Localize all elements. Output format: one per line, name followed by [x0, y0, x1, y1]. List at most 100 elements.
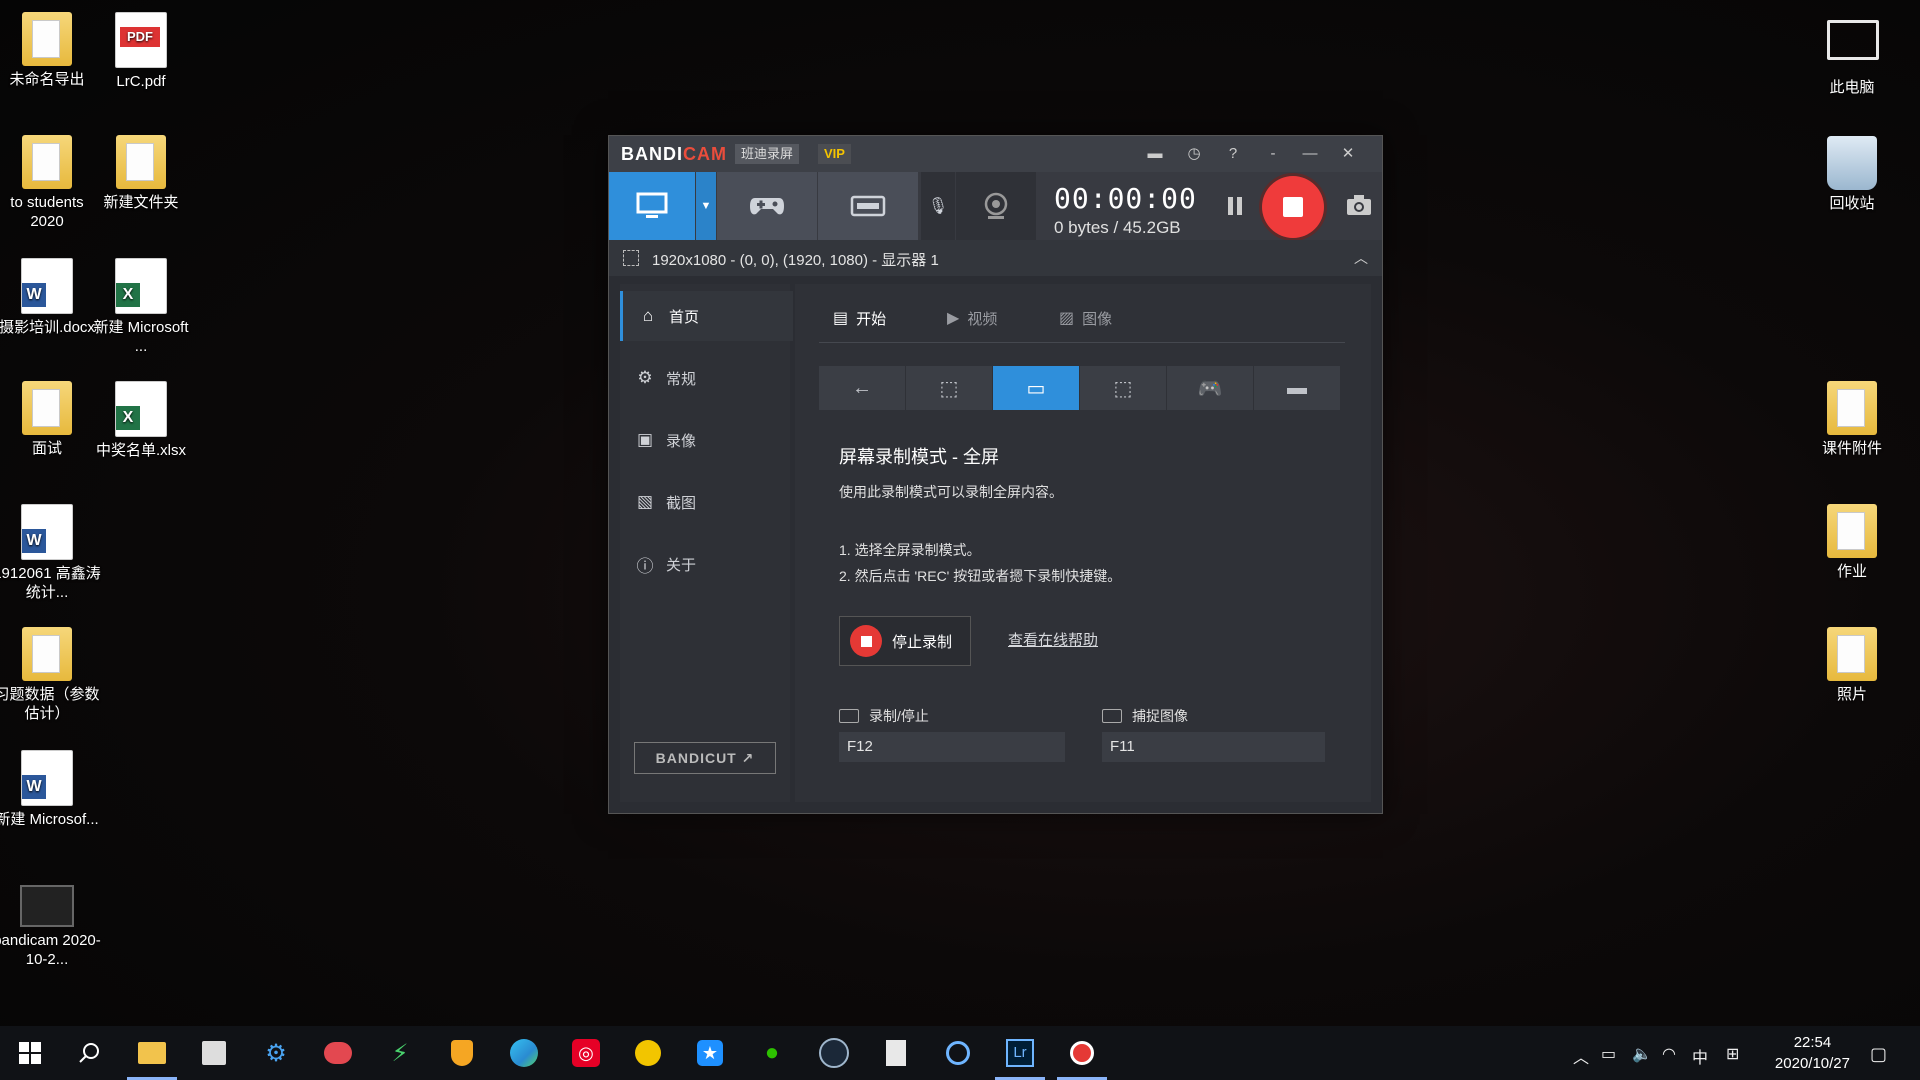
- hotkey-capture-field[interactable]: F11: [1102, 732, 1325, 762]
- instruction-step-1: 1. 选择全屏录制模式。: [839, 542, 981, 558]
- mini-mode-icon[interactable]: ‐: [1261, 142, 1285, 166]
- minimize-icon[interactable]: —: [1298, 142, 1322, 166]
- taskbar-app-green[interactable]: ⚡: [381, 1034, 419, 1072]
- taskbar-security-app[interactable]: [443, 1034, 481, 1072]
- stop-recording-button[interactable]: 停止录制: [839, 616, 971, 666]
- sidebar-item-about[interactable]: ⓘ 关于: [620, 539, 790, 589]
- online-help-link[interactable]: 查看在线帮助: [1008, 629, 1098, 650]
- hotkey-record-field[interactable]: F12: [839, 732, 1065, 762]
- taskbar-creative-cloud[interactable]: [319, 1034, 357, 1072]
- hotkey-capture-label: 捕捉图像: [1102, 706, 1188, 726]
- desktop-icon-video[interactable]: bandicam 2020-10-2...: [0, 885, 102, 969]
- taskbar-edge[interactable]: [505, 1034, 543, 1072]
- taskbar-app-yellow[interactable]: [629, 1034, 667, 1072]
- desktop-icon-label: 新建 Microsoft ...: [93, 319, 189, 355]
- bandicut-button[interactable]: BANDICUT ↗: [634, 742, 776, 774]
- pause-button[interactable]: [1224, 195, 1246, 217]
- taskbar-settings-app[interactable]: ⚙: [257, 1034, 295, 1072]
- folder-icon[interactable]: ▬: [1143, 142, 1167, 166]
- search-button[interactable]: [71, 1034, 109, 1072]
- sidebar-item-video[interactable]: ▣ 录像: [620, 415, 790, 465]
- wifi-icon[interactable]: ◠: [1662, 1044, 1676, 1064]
- desktop-icon-folder[interactable]: 课件附件: [1797, 381, 1907, 458]
- record-stop-button[interactable]: [1262, 176, 1324, 238]
- product-name-tag: 班迪录屏: [735, 144, 800, 164]
- taskbar-epic-games[interactable]: [877, 1034, 915, 1072]
- rectangle-mode-button[interactable]: ⬚: [906, 366, 992, 410]
- desktop-icon-folder[interactable]: 作业: [1797, 504, 1907, 581]
- ime-mode-icon[interactable]: ⊞: [1726, 1044, 1739, 1064]
- taskbar-netease-music[interactable]: ◎: [567, 1034, 605, 1072]
- tab-video[interactable]: ▶ 视频: [947, 304, 997, 332]
- audio-source-button[interactable]: 🎙: [921, 172, 955, 240]
- clock-icon[interactable]: ◷: [1182, 142, 1206, 166]
- desktop-icon-word[interactable]: 1912061 高鑫涛 统计...: [0, 504, 102, 602]
- capture-area-bar: 1920x1080 - (0, 0), (1920, 1080) - 显示器 1…: [609, 240, 1382, 276]
- screen-mode-button[interactable]: [609, 172, 695, 240]
- battery-icon[interactable]: ▭: [1601, 1044, 1616, 1064]
- folder-icon: [22, 627, 72, 681]
- tab-image[interactable]: ▨ 图像: [1059, 304, 1112, 332]
- taskbar-app-ring[interactable]: [939, 1034, 977, 1072]
- start-button[interactable]: [11, 1034, 49, 1072]
- desktop-icon-pdf[interactable]: LrC.pdf: [86, 12, 196, 91]
- music-app-icon: ◎: [572, 1039, 600, 1067]
- desktop-icon-folder[interactable]: 照片: [1797, 627, 1907, 704]
- taskbar-steam[interactable]: [815, 1034, 853, 1072]
- creative-cloud-icon: [324, 1042, 352, 1064]
- tab-label: 开始: [856, 310, 887, 328]
- desktop-icon-this-pc[interactable]: 此电脑: [1797, 14, 1907, 97]
- sidebar-item-screenshot[interactable]: ▧ 截图: [620, 477, 790, 527]
- volume-icon[interactable]: 🔈: [1632, 1044, 1652, 1064]
- hdmi-icon: ▬: [1287, 376, 1307, 399]
- leaf-app-icon: [635, 1040, 661, 1066]
- close-icon[interactable]: ✕: [1336, 142, 1360, 166]
- mode-description: 使用此录制模式可以录制全屏内容。: [839, 484, 1063, 500]
- back-button[interactable]: ←: [819, 366, 905, 410]
- taskbar-app-blue-star[interactable]: ★: [691, 1034, 729, 1072]
- gamepad-icon: 🎮: [1197, 377, 1223, 400]
- bandicam-logo: BANDICAM: [621, 144, 727, 164]
- collapse-chevron-icon[interactable]: ︿: [1354, 248, 1368, 268]
- taskbar-store[interactable]: [195, 1034, 233, 1072]
- desktop-icon-recycle-bin[interactable]: 回收站: [1797, 136, 1907, 213]
- image-icon: ▨: [1059, 310, 1075, 327]
- desktop-icon-folder[interactable]: 习题数据（参数估计）: [0, 627, 102, 723]
- taskbar-bandicam[interactable]: [1057, 1034, 1107, 1080]
- ime-indicator[interactable]: 中: [1692, 1044, 1708, 1068]
- notification-center-icon[interactable]: ▢: [1870, 1044, 1887, 1065]
- screen-mode-dropdown[interactable]: ▼: [696, 172, 716, 240]
- clock-time: 22:54: [1793, 1034, 1832, 1051]
- game-mode-button[interactable]: [717, 172, 817, 240]
- screenshot-button[interactable]: [1346, 194, 1372, 218]
- recording-size: 0 bytes / 45.2GB: [1054, 218, 1181, 237]
- desktop-icon-label: 新建文件夹: [103, 194, 179, 211]
- title-bar[interactable]: BANDICAM 班迪录屏 VIP ▬ ◷ ? ‐ — ✕: [609, 136, 1382, 172]
- help-icon[interactable]: ?: [1221, 142, 1245, 166]
- desktop-icon-excel[interactable]: 中奖名单.xlsx: [86, 381, 196, 460]
- desktop-icon-folder[interactable]: 新建文件夹: [86, 135, 196, 212]
- clock-date: 2020/10/27: [1774, 1055, 1850, 1072]
- desktop-icon-label: 作业: [1836, 563, 1867, 580]
- tab-divider: [819, 342, 1345, 343]
- desktop-icon-word[interactable]: 新建 Microsof...: [0, 750, 102, 829]
- taskbar-clock[interactable]: 22:54 2020/10/27: [1775, 1032, 1850, 1074]
- sidebar-item-home[interactable]: ⌂ 首页: [620, 291, 793, 341]
- fullscreen-mode-button[interactable]: ▭: [993, 366, 1079, 410]
- tab-start[interactable]: ▤ 开始: [833, 304, 886, 332]
- hdmi-mode-button[interactable]: [818, 172, 918, 240]
- taskbar-lightroom[interactable]: Lr: [995, 1034, 1045, 1080]
- taskbar-file-explorer[interactable]: [127, 1034, 177, 1080]
- video-file-icon: [20, 885, 74, 927]
- word-doc-icon: [21, 258, 73, 314]
- webcam-button[interactable]: [956, 172, 1036, 240]
- mouse-area-mode-button[interactable]: ⬚: [1080, 366, 1166, 410]
- desktop-icon-label: LrC.pdf: [116, 73, 166, 90]
- game-mode-button[interactable]: 🎮: [1167, 366, 1253, 410]
- show-hidden-icons-chevron-icon[interactable]: ︿: [1573, 1044, 1589, 1068]
- sidebar-item-general[interactable]: ⚙ 常规: [620, 353, 790, 403]
- desktop-icon-label: 课件附件: [1821, 440, 1882, 457]
- taskbar-wechat[interactable]: ●: [753, 1034, 791, 1072]
- desktop-icon-excel[interactable]: 新建 Microsoft ...: [86, 258, 196, 356]
- hdmi-mode-button[interactable]: ▬: [1254, 366, 1340, 410]
